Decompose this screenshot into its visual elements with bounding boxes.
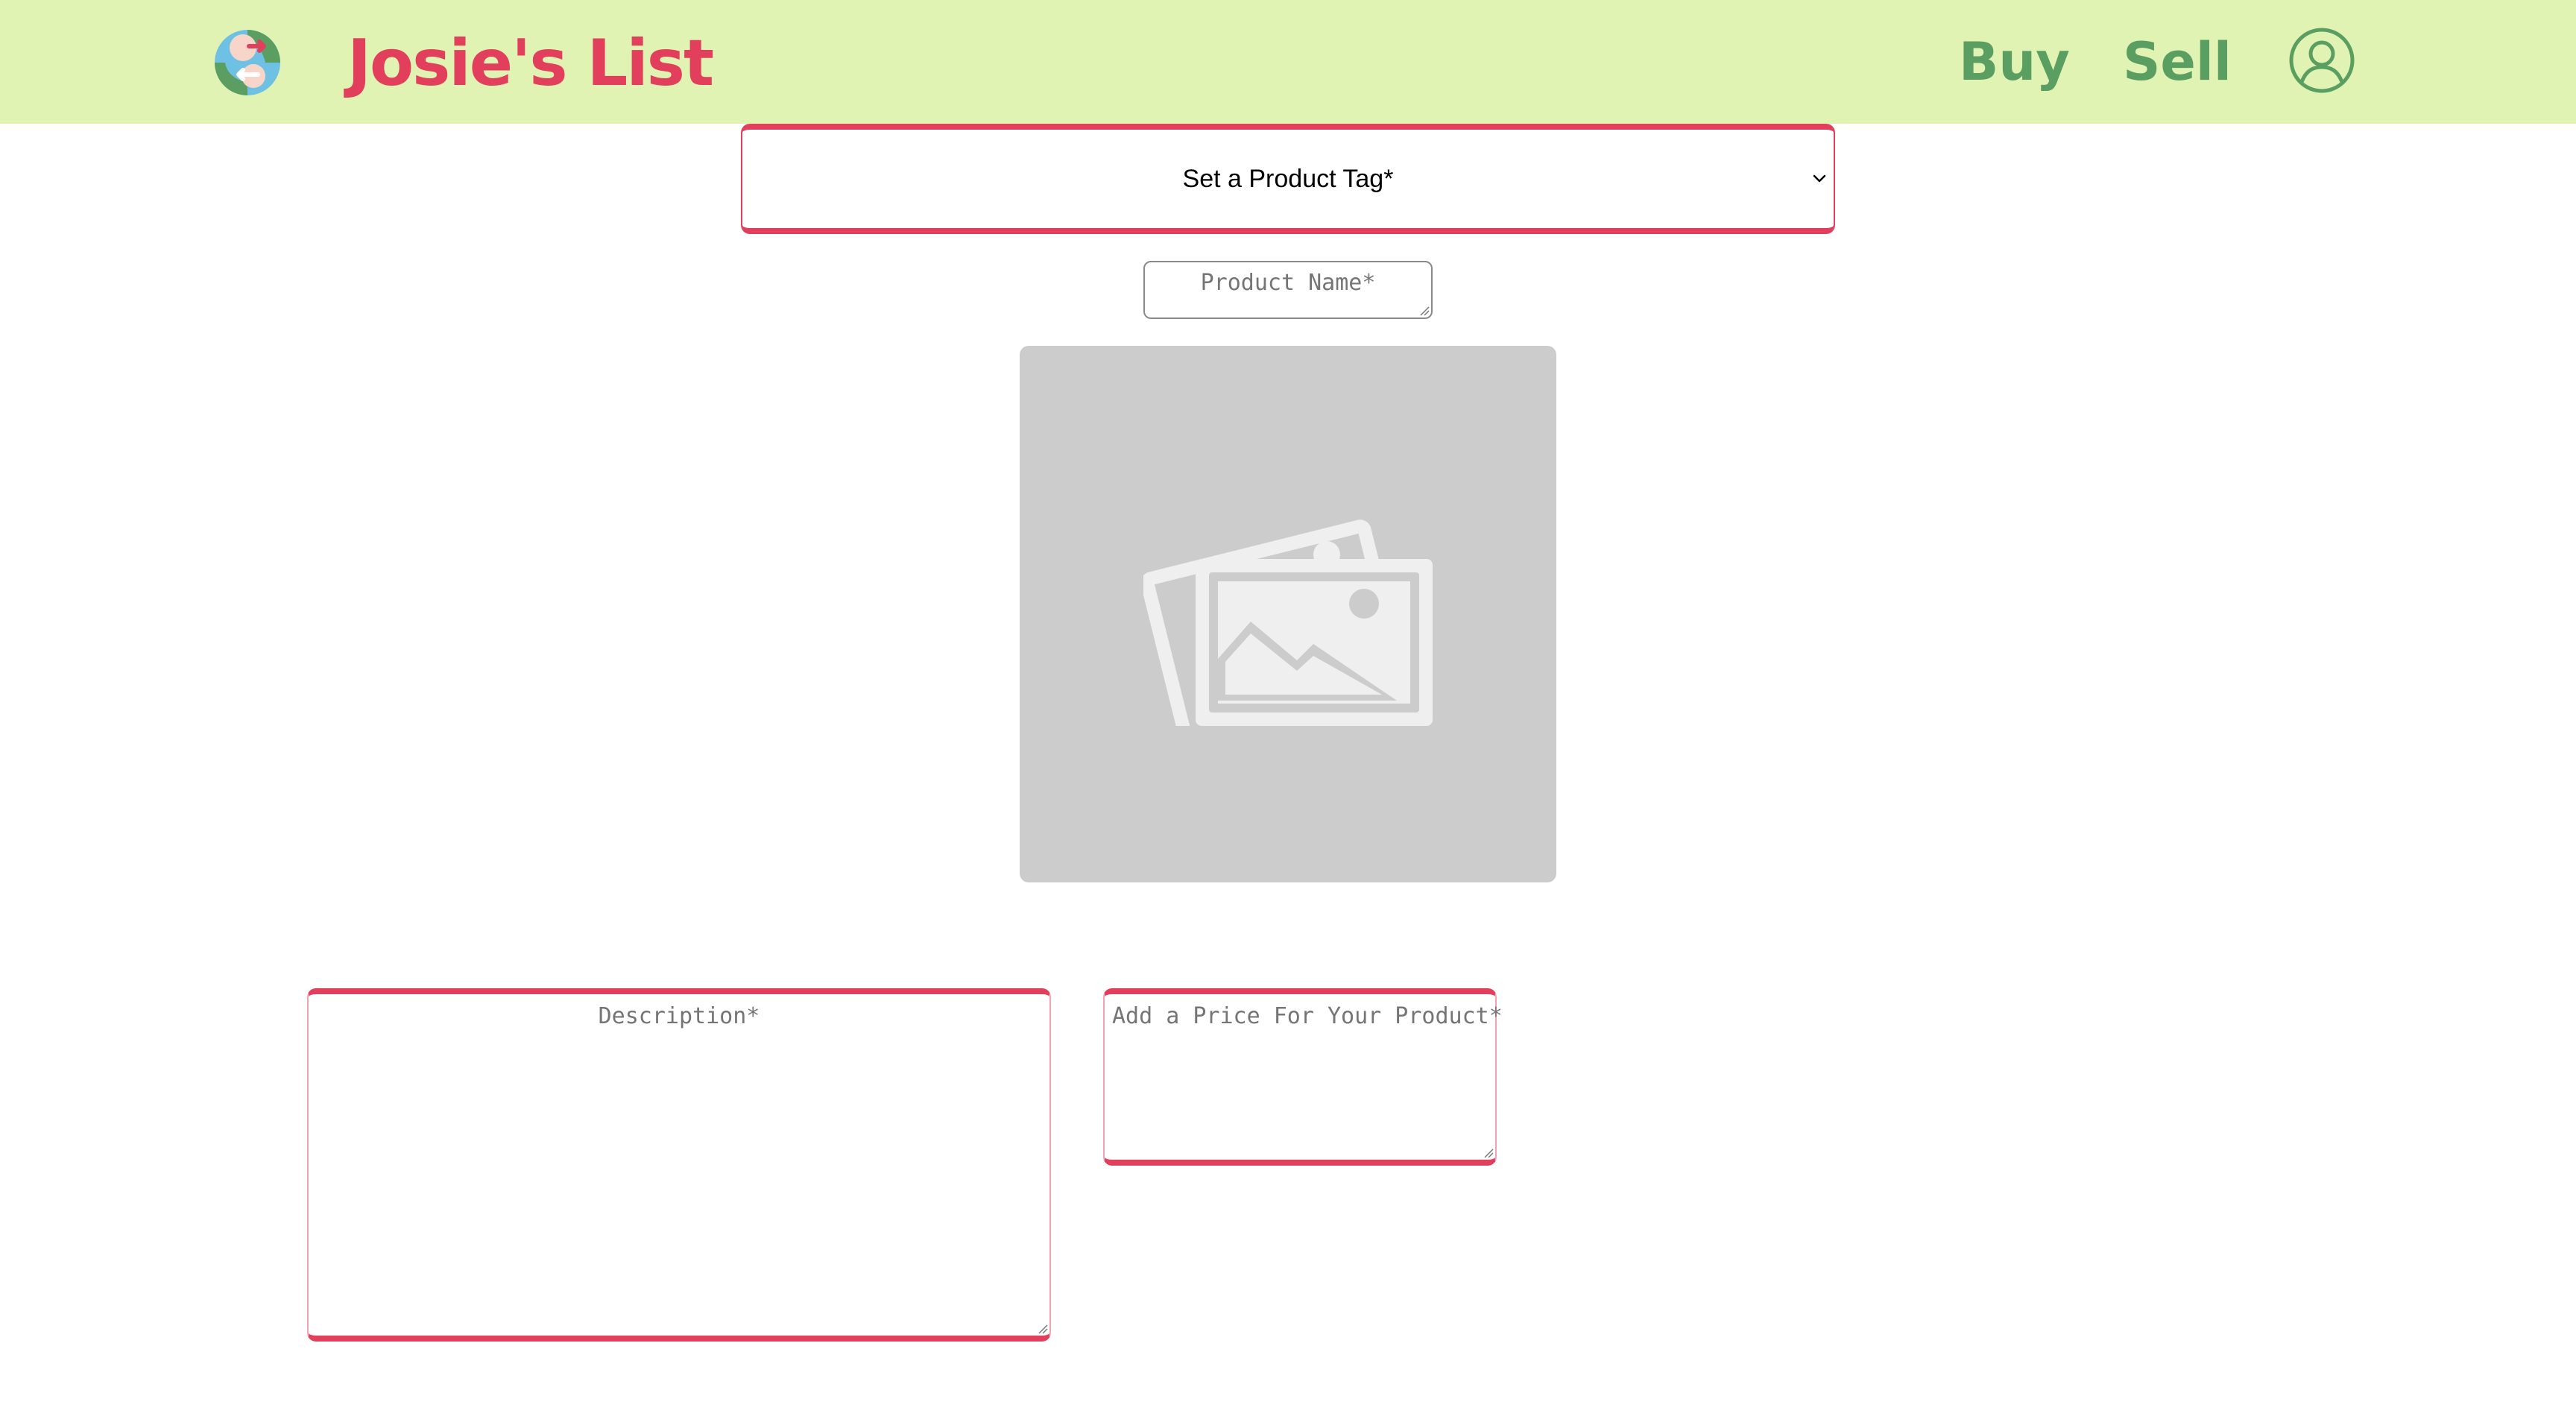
resize-handle-icon[interactable] [1418,304,1430,316]
image-placeholder-icon [1143,519,1433,726]
product-image-upload[interactable] [1020,346,1556,882]
user-circle-icon[interactable] [2288,27,2355,94]
price-textarea[interactable]: Add a Price For Your Product* [1103,988,1503,1166]
app-header: Josie's List Buy Sell [0,0,2576,124]
description-textarea[interactable]: Description* [307,988,1051,1342]
resize-handle-icon[interactable] [1482,1146,1494,1158]
price-placeholder: Add a Price For Your Product* [1112,1003,1503,1029]
chevron-down-icon [1813,174,1826,183]
product-tag-select[interactable]: Set a Product Tag* [741,124,1835,234]
globe-exchange-logo-icon[interactable] [213,28,282,97]
nav-buy-link[interactable]: Buy [1959,21,2070,103]
nav-sell-link[interactable]: Sell [2123,21,2232,103]
product-name-placeholder: Product Name* [1200,270,1376,296]
description-placeholder: Description* [598,1003,760,1029]
product-tag-selected-value: Set a Product Tag* [1182,165,1394,193]
resize-handle-icon[interactable] [1036,1322,1048,1334]
brand-title[interactable]: Josie's List [347,22,714,104]
product-name-input[interactable]: Product Name* [1143,261,1433,319]
